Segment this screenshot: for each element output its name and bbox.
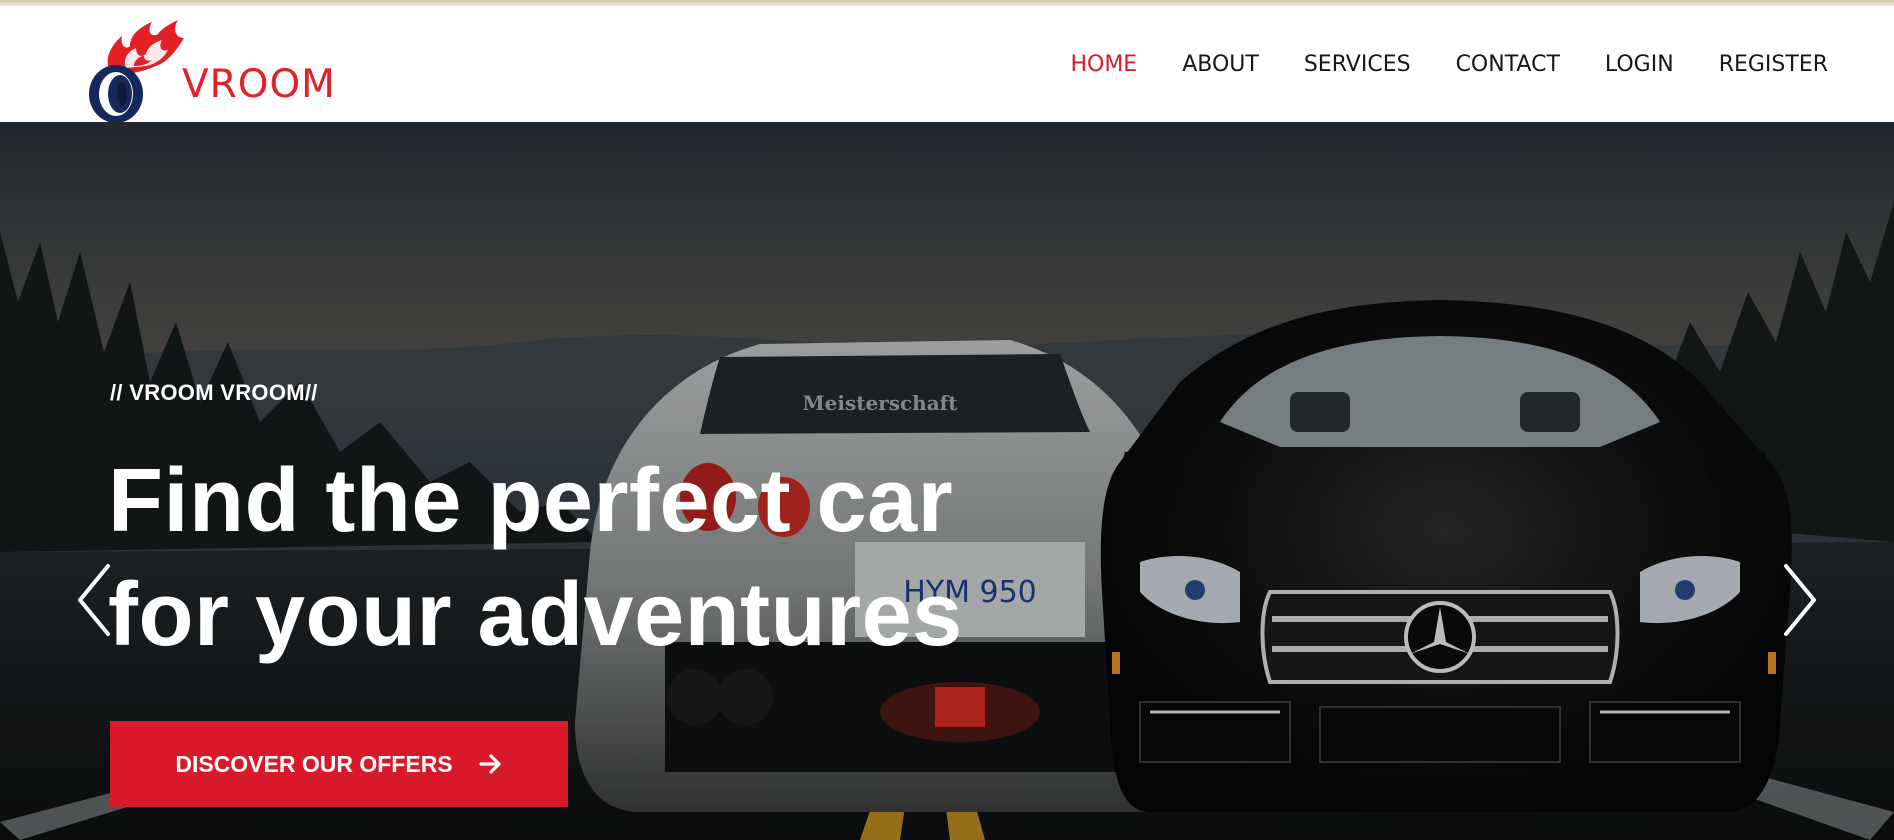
arrow-right-icon	[479, 754, 501, 774]
nav-services[interactable]: SERVICES	[1304, 52, 1411, 77]
nav-home[interactable]: HOME	[1070, 52, 1137, 77]
nav-contact[interactable]: CONTACT	[1456, 52, 1560, 77]
cta-label: DISCOVER OUR OFFERS	[175, 750, 453, 777]
hero-eyebrow: // VROOM VROOM//	[110, 380, 318, 405]
brand-name: VROOM	[182, 62, 336, 107]
main-nav: HOME ABOUT SERVICES CONTACT LOGIN REGIST…	[1070, 52, 1828, 77]
hero-headline: Find the perfect car for your adventures	[108, 444, 963, 672]
nav-login[interactable]: LOGIN	[1605, 52, 1674, 77]
discover-offers-button[interactable]: DISCOVER OUR OFFERS	[110, 721, 568, 807]
hero-carousel: Meisterschaft HYM 950 // VROOM VROOM// F…	[0, 122, 1894, 840]
hero-headline-line1: Find the perfect car	[108, 451, 954, 551]
nav-register[interactable]: REGISTER	[1719, 52, 1828, 77]
chevron-right-icon[interactable]	[1778, 560, 1822, 640]
chevron-left-icon[interactable]	[72, 560, 116, 640]
nav-about[interactable]: ABOUT	[1182, 52, 1259, 77]
hero-headline-line2: for your adventures	[108, 565, 963, 665]
flaming-tire-icon	[89, 20, 184, 123]
logo[interactable]: VROOM	[86, 16, 346, 128]
navbar: VROOM HOME ABOUT SERVICES CONTACT LOGIN …	[0, 6, 1894, 123]
